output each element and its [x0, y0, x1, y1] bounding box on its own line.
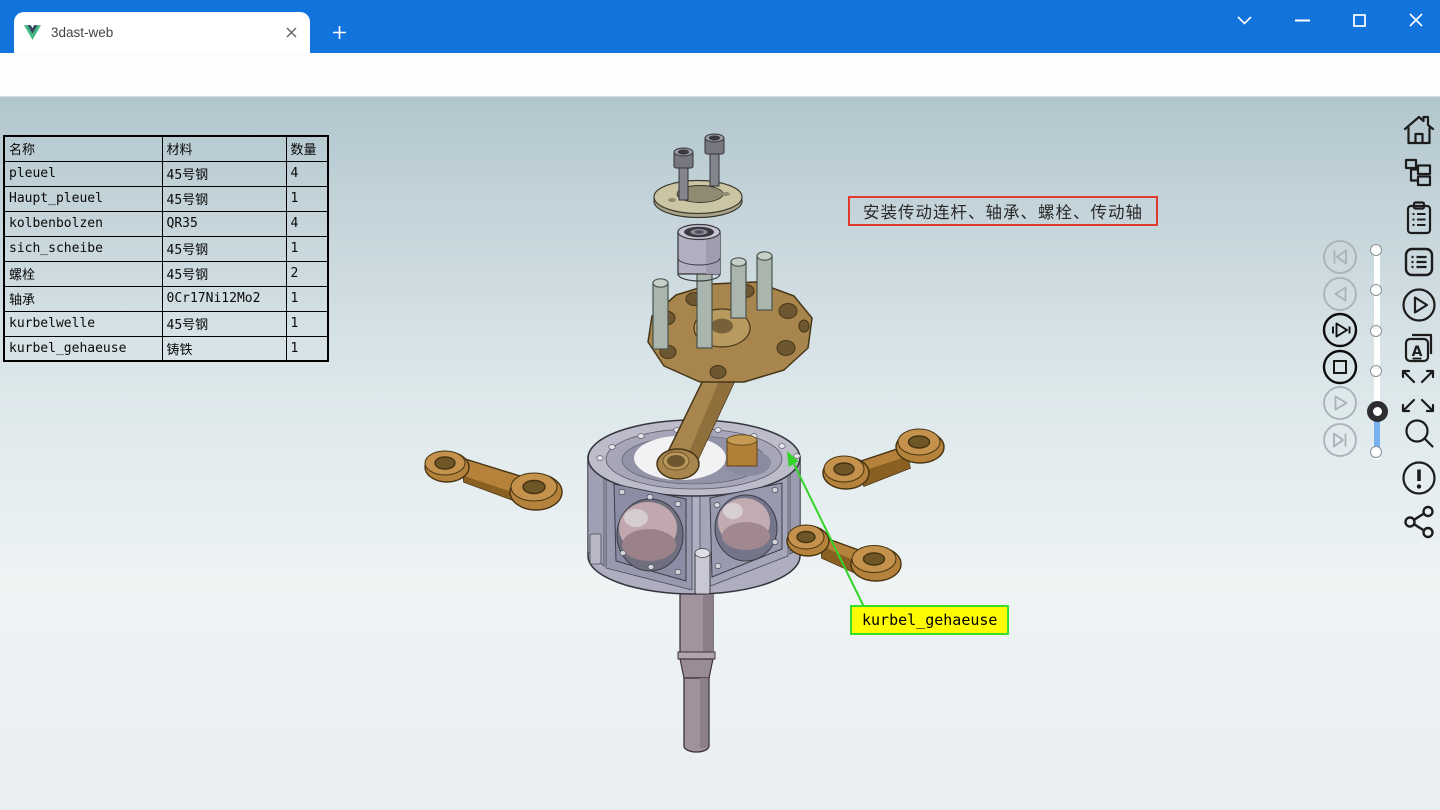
- bom-cell: 铸铁: [162, 336, 286, 361]
- bom-cell: 45号钢: [162, 311, 286, 336]
- bom-cell: 45号钢: [162, 236, 286, 261]
- bom-row: 螺栓45号钢2: [4, 261, 328, 286]
- washer-part[interactable]: [654, 181, 742, 218]
- step-dot[interactable]: [1370, 244, 1382, 256]
- bom-cell: 45号钢: [162, 186, 286, 211]
- step-annotation: 安装传动连杆、轴承、螺栓、传动轴: [848, 196, 1158, 226]
- bom-cell: 1: [286, 186, 328, 211]
- bom-cell: 轴承: [4, 286, 162, 311]
- bom-header-cell: 名称: [4, 136, 162, 161]
- bom-cell: 0Cr17Ni12Mo2: [162, 286, 286, 311]
- toolbar: 不安全 192.168.30.157:11182/index.html?view…: [0, 53, 1440, 97]
- part-label: kurbel_gehaeuse: [850, 605, 1009, 635]
- bom-cell: 1: [286, 286, 328, 311]
- bom-cell: pleuel: [4, 161, 162, 186]
- browser-tab[interactable]: 3dast-web: [14, 12, 310, 53]
- tab-title: 3dast-web: [51, 25, 282, 40]
- window-close-icon[interactable]: [1404, 8, 1428, 32]
- step-dot[interactable]: [1370, 365, 1382, 377]
- bom-cell: kolbenbolzen: [4, 211, 162, 236]
- step-slider[interactable]: [1368, 240, 1386, 462]
- bom-cell: kurbelwelle: [4, 311, 162, 336]
- skip-to-end-button[interactable]: [1322, 422, 1358, 458]
- viewer-canvas[interactable]: 名称材料数量pleuel45号钢4Haupt_pleuel45号钢1kolben…: [0, 97, 1440, 810]
- play-step-button[interactable]: [1322, 312, 1358, 348]
- tab-close-icon[interactable]: [282, 24, 300, 42]
- bom-cell: Haupt_pleuel: [4, 186, 162, 211]
- window-chevron-icon[interactable]: [1232, 8, 1256, 32]
- connecting-rod-left[interactable]: [425, 451, 562, 510]
- play-animation-icon[interactable]: [1400, 286, 1438, 329]
- zoom-search-icon[interactable]: [1400, 416, 1438, 459]
- stop-button[interactable]: [1322, 349, 1358, 385]
- window-maximize-icon[interactable]: [1347, 8, 1371, 32]
- bom-row: 轴承0Cr17Ni12Mo21: [4, 286, 328, 311]
- home-icon[interactable]: [1400, 111, 1438, 154]
- share-nodes-icon[interactable]: [1400, 503, 1438, 546]
- window-minimize-icon[interactable]: [1290, 8, 1314, 32]
- bom-cell: 45号钢: [162, 161, 286, 186]
- bom-table: 名称材料数量pleuel45号钢4Haupt_pleuel45号钢1kolben…: [3, 135, 329, 362]
- titlebar: 3dast-web: [0, 0, 1440, 53]
- step-dot[interactable]: [1370, 446, 1382, 458]
- step-thumb[interactable]: [1367, 401, 1388, 422]
- browser-window: 3dast-web: [0, 0, 1440, 810]
- skip-to-start-button[interactable]: [1322, 239, 1358, 275]
- bom-cell: QR35: [162, 211, 286, 236]
- bom-row: sich_scheibe45号钢1: [4, 236, 328, 261]
- bom-cell: 1: [286, 336, 328, 361]
- fit-fullscreen-icon[interactable]: [1398, 365, 1438, 422]
- bom-row: Haupt_pleuel45号钢1: [4, 186, 328, 211]
- task-list-icon[interactable]: [1400, 198, 1438, 243]
- bom-row: kurbel_gehaeuse铸铁1: [4, 336, 328, 361]
- bom-row: pleuel45号钢4: [4, 161, 328, 186]
- steps-list-icon[interactable]: [1400, 243, 1438, 286]
- connecting-rod-lower-right[interactable]: [787, 525, 901, 581]
- bom-row: kolbenbolzenQR354: [4, 211, 328, 236]
- bom-header-cell: 数量: [286, 136, 328, 161]
- bom-cell: 1: [286, 236, 328, 261]
- new-tab-button[interactable]: [326, 19, 352, 45]
- bom-cell: 4: [286, 211, 328, 236]
- bearing-part[interactable]: [678, 225, 720, 282]
- spider-plate-part[interactable]: [648, 282, 812, 382]
- structure-tree-icon[interactable]: [1400, 154, 1438, 197]
- step-back-button[interactable]: [1322, 276, 1358, 312]
- connecting-rod-upper-right[interactable]: [823, 429, 944, 489]
- vue-logo-icon: [24, 25, 41, 40]
- bom-cell: kurbel_gehaeuse: [4, 336, 162, 361]
- crankshaft-part[interactable]: [678, 592, 715, 752]
- step-dot[interactable]: [1370, 325, 1382, 337]
- play-button[interactable]: [1322, 385, 1358, 421]
- crank-pin-part[interactable]: [727, 435, 757, 466]
- step-dot[interactable]: [1370, 284, 1382, 296]
- bom-cell: 螺栓: [4, 261, 162, 286]
- bom-cell: 2: [286, 261, 328, 286]
- bom-cell: sich_scheibe: [4, 236, 162, 261]
- bom-cell: 45号钢: [162, 261, 286, 286]
- bom-cell: 1: [286, 311, 328, 336]
- bom-row: kurbelwelle45号钢1: [4, 311, 328, 336]
- bom-cell: 4: [286, 161, 328, 186]
- info-icon[interactable]: [1400, 459, 1438, 502]
- bom-header-cell: 材料: [162, 136, 286, 161]
